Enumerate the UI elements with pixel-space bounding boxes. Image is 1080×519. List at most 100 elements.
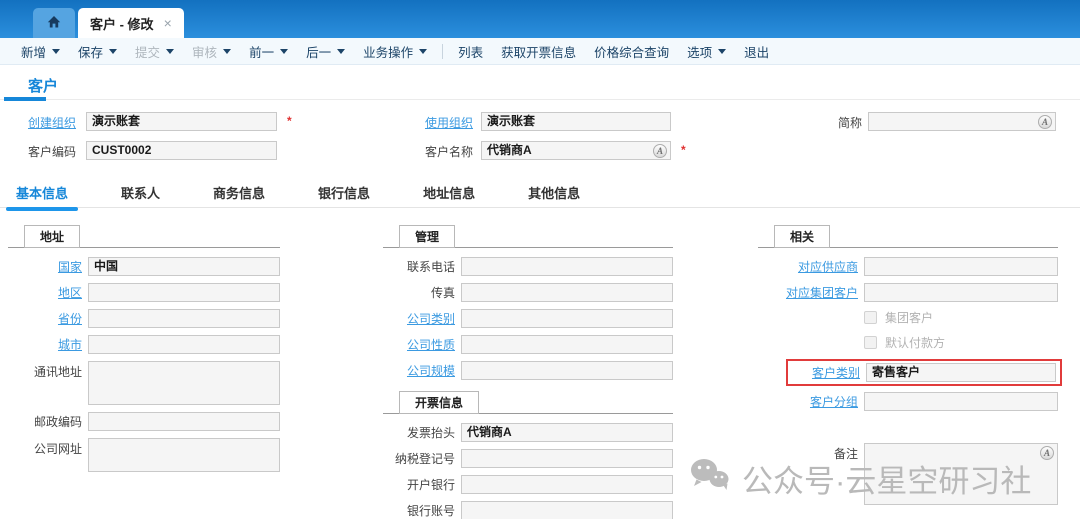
use-org-input[interactable]: 演示账套 [481,112,671,131]
group-customer-label[interactable]: 对应集团客户 [758,284,858,301]
page-title-row: 客户 [0,65,1080,100]
toolbar-button-price-query[interactable]: 价格综合查询 [585,42,678,61]
toolbar-button-save[interactable]: 保存 [69,42,126,61]
dropdown-arrow-icon[interactable] [166,49,174,54]
supplier-input[interactable] [864,257,1058,276]
short-name-input[interactable]: A [868,112,1056,131]
tab-business-info[interactable]: 商务信息 [211,178,267,207]
field-company-nature: 公司性质 [383,335,673,354]
country-label[interactable]: 国家 [8,258,82,275]
required-asterisk: * [287,114,292,128]
phone-input[interactable] [461,257,673,276]
create-org-label[interactable]: 创建组织 [14,114,76,133]
fax-input[interactable] [461,283,673,302]
bank-label: 开户银行 [383,476,455,493]
field-phone: 联系电话 [383,257,673,276]
create-org-input[interactable]: 演示账套 [86,112,277,131]
customer-name-label: 客户名称 [411,143,473,162]
toolbar: 新增 保存 提交 审核 前一 后一 业务操作 列表 获取开票信息 价格综合查询 … [0,38,1080,65]
invoice-group-header: 开票信息 [383,392,673,414]
region-input[interactable] [88,283,280,302]
dropdown-arrow-icon[interactable] [718,49,726,54]
group-customer-checkbox[interactable] [864,311,877,324]
tab-address-info[interactable]: 地址信息 [421,178,477,207]
bank-account-input[interactable] [461,501,673,519]
tab-basic-info[interactable]: 基本信息 [14,178,70,207]
field-company-scale: 公司规模 [383,361,673,380]
toolbar-button-new[interactable]: 新增 [12,42,69,61]
tax-reg-no-label: 纳税登记号 [383,450,455,467]
postal-code-label: 邮政编码 [8,413,82,430]
dropdown-arrow-icon[interactable] [280,49,288,54]
bank-input[interactable] [461,475,673,494]
country-input[interactable]: 中国 [88,257,280,276]
company-scale-label[interactable]: 公司规模 [383,362,455,379]
city-input[interactable] [88,335,280,354]
group-customer-checkbox-label: 集团客户 [885,309,933,326]
multilang-icon[interactable]: A [1040,446,1054,460]
field-city: 城市 [8,335,280,354]
toolbar-button-get-invoice-info[interactable]: 获取开票信息 [492,42,585,61]
close-tab-icon[interactable]: × [164,15,172,31]
checkbox-default-payer: 默认付款方 [864,334,1058,350]
toolbar-button-next[interactable]: 后一 [297,42,354,61]
address-group-title: 地址 [24,225,80,248]
multilang-icon[interactable]: A [1038,115,1052,129]
invoice-title-input[interactable]: 代销商A [461,423,673,442]
field-bank-account: 银行账号 [383,501,673,519]
document-tab-title: 客户 - 修改 [90,14,154,33]
address-section: 地址 国家 中国 地区 省份 城市 通讯地址 邮 [8,208,280,519]
company-category-label[interactable]: 公司类别 [383,310,455,327]
company-website-textarea[interactable] [88,438,280,472]
province-label[interactable]: 省份 [8,310,82,327]
remark-textarea[interactable]: A [864,443,1058,505]
field-tax-reg-no: 纳税登记号 [383,449,673,468]
customer-name-input[interactable]: 代销商AA [481,141,671,160]
customer-group-label[interactable]: 客户分组 [758,393,858,410]
management-section: 管理 联系电话 传真 公司类别 公司性质 公司规模 [383,208,673,519]
field-invoice-title: 发票抬头 代销商A [383,423,673,442]
related-section: 相关 对应供应商 对应集团客户 集团客户 默认付款方 客户类别 寄售客户 [758,208,1058,519]
header-form: 创建组织 演示账套 * 使用组织 演示账套 简称 A 客户编码 CUST0002… [0,100,1080,178]
company-nature-input[interactable] [461,335,673,354]
field-fax: 传真 [383,283,673,302]
toolbar-button-options[interactable]: 选项 [678,42,735,61]
tab-other-info[interactable]: 其他信息 [526,178,582,207]
bank-account-label: 银行账号 [383,502,455,519]
tax-reg-no-input[interactable] [461,449,673,468]
tab-contacts[interactable]: 联系人 [119,178,162,207]
customer-category-input[interactable]: 寄售客户 [866,363,1056,382]
toolbar-button-business-operations[interactable]: 业务操作 [354,42,436,61]
mailing-address-textarea[interactable] [88,361,280,405]
field-postal-code: 邮政编码 [8,412,280,431]
toolbar-button-previous[interactable]: 前一 [240,42,297,61]
multilang-icon[interactable]: A [653,144,667,158]
customer-category-label[interactable]: 客户类别 [790,364,860,381]
document-tab[interactable]: 客户 - 修改 × [78,8,184,38]
home-tab[interactable] [33,8,75,38]
home-icon [46,14,62,33]
postal-code-input[interactable] [88,412,280,431]
group-customer-input[interactable] [864,283,1058,302]
toolbar-button-exit[interactable]: 退出 [735,42,778,61]
company-scale-input[interactable] [461,361,673,380]
region-label[interactable]: 地区 [8,284,82,301]
province-input[interactable] [88,309,280,328]
company-website-label: 公司网址 [8,438,82,457]
use-org-label[interactable]: 使用组织 [411,114,473,133]
default-payer-checkbox[interactable] [864,336,877,349]
dropdown-arrow-icon[interactable] [109,49,117,54]
tab-bank-info[interactable]: 银行信息 [316,178,372,207]
supplier-label[interactable]: 对应供应商 [758,258,858,275]
dropdown-arrow-icon[interactable] [419,49,427,54]
field-remark: 备注 A [758,443,1058,505]
customer-code-input[interactable]: CUST0002 [86,141,277,160]
company-nature-label[interactable]: 公司性质 [383,336,455,353]
toolbar-button-list[interactable]: 列表 [449,42,492,61]
dropdown-arrow-icon[interactable] [52,49,60,54]
city-label[interactable]: 城市 [8,336,82,353]
customer-group-input[interactable] [864,392,1058,411]
dropdown-arrow-icon[interactable] [223,49,231,54]
company-category-input[interactable] [461,309,673,328]
dropdown-arrow-icon[interactable] [337,49,345,54]
